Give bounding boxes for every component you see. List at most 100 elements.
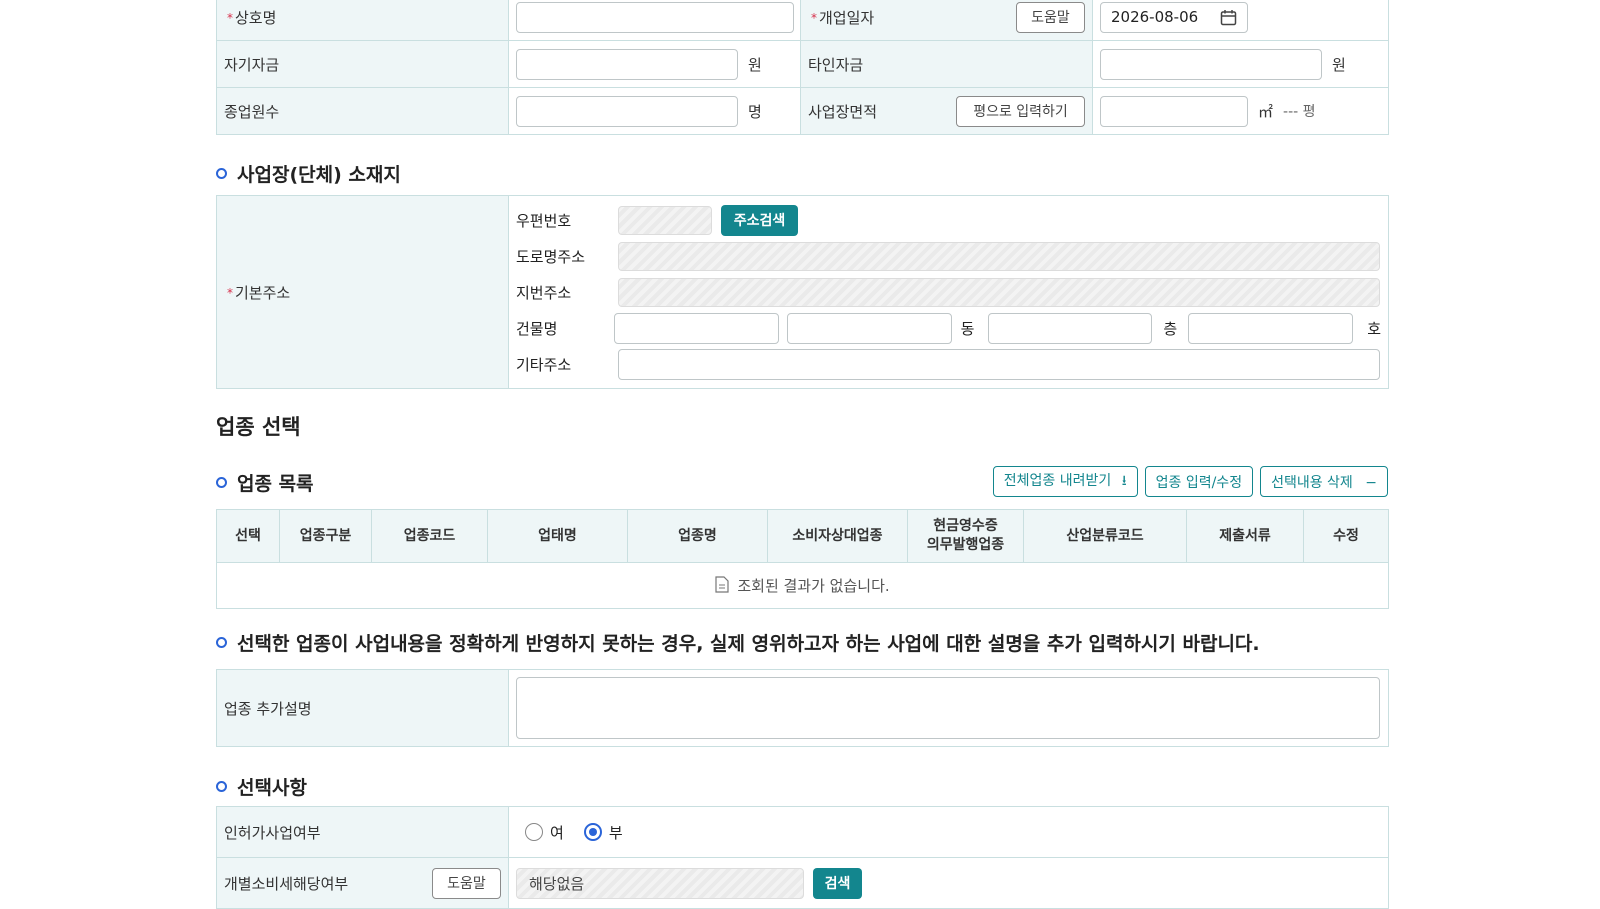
- download-all-button[interactable]: 전체업종 내려받기 ⭳: [992, 466, 1138, 497]
- industry-toolbar: 전체업종 내려받기 ⭳ 업종 입력/수정 선택내용 삭제 −: [992, 466, 1388, 497]
- excise-cell: 해당없음 검색: [508, 857, 1389, 909]
- open-date-input[interactable]: 2026-08-06: [1100, 1, 1248, 33]
- address-search-button[interactable]: 주소검색: [721, 204, 798, 236]
- col-code: 업종코드: [371, 509, 488, 563]
- license-label-cell: 인허가사업여부: [216, 806, 509, 858]
- ho-unit: 호: [1367, 319, 1381, 338]
- employees-cell: 명: [508, 87, 801, 135]
- bullet-icon: [216, 637, 227, 648]
- empty-row: 조회된 결과가 없습니다.: [216, 562, 1389, 609]
- area-cell: ㎡ --- 평: [1092, 87, 1389, 135]
- empty-cell: 조회된 결과가 없습니다.: [216, 562, 1389, 609]
- industry-table-wrap: 선택 업종구분 업종코드 업태명 업종명 소비자상대업종 현금영수증 의무발행업…: [216, 509, 1389, 609]
- pyeong-input-button[interactable]: 평으로 입력하기: [956, 95, 1085, 127]
- building-label: 건물명: [516, 319, 558, 338]
- other-fund-label-cell: 타인자금: [800, 40, 1093, 88]
- calendar-icon[interactable]: [1220, 9, 1237, 26]
- required-mark: *: [227, 285, 233, 300]
- base-address-fields: 우편번호 주소검색 도로명주소 지번주소 건물명 동 층 호 기타주소: [508, 195, 1389, 389]
- options-table: 인허가사업여부 여 부 개별소비세해당여부 도움말 해당없음 검색: [216, 806, 1389, 909]
- options-section-title-text: 선택사항: [237, 777, 307, 799]
- description-notice: 선택한 업종이 사업내용을 정확하게 반영하지 못하는 경우, 실제 영위하고자…: [216, 629, 1260, 656]
- jibun-address-field: [618, 277, 1380, 307]
- col-industry-class-code: 산업분류코드: [1023, 509, 1187, 563]
- description-table: 업종 추가설명: [216, 669, 1389, 747]
- own-fund-unit: 원: [748, 55, 762, 74]
- col-consumer-facing: 소비자상대업종: [767, 509, 908, 563]
- etc-address-input[interactable]: [618, 348, 1380, 380]
- company-name-input[interactable]: [516, 1, 794, 33]
- license-no-label: 부: [608, 823, 623, 842]
- employees-input[interactable]: [516, 95, 738, 127]
- document-icon: [715, 575, 729, 597]
- excise-label: 개별소비세해당여부: [224, 874, 349, 893]
- open-date-help-button[interactable]: 도움말: [1016, 1, 1085, 33]
- employees-label-cell: 종업원수: [216, 87, 509, 135]
- floor-unit: 층: [1163, 319, 1178, 338]
- floor-input[interactable]: [988, 312, 1153, 344]
- options-section: 인허가사업여부 여 부 개별소비세해당여부 도움말 해당없음 검색: [216, 806, 1389, 909]
- license-label: 인허가사업여부: [224, 823, 321, 842]
- description-label-cell: 업종 추가설명: [216, 669, 509, 747]
- industry-list-title-text: 업종 목록: [237, 473, 314, 495]
- area-label-cell: 사업장면적 평으로 입력하기: [800, 87, 1093, 135]
- license-yes-radio[interactable]: [525, 823, 543, 841]
- minus-icon: −: [1365, 474, 1377, 491]
- base-address-label: 기본주소: [235, 283, 291, 302]
- required-mark: *: [811, 10, 817, 25]
- own-fund-label-cell: 자기자금: [216, 40, 509, 88]
- excise-value-field: 해당없음: [516, 867, 804, 899]
- excise-label-cell: 개별소비세해당여부 도움말: [216, 857, 509, 909]
- own-fund-label: 자기자금: [224, 55, 280, 74]
- col-business-type: 업태명: [487, 509, 628, 563]
- basic-info-section: *상호명 *개업일자 도움말 2026-08-06 자기자금 원 타인자금: [216, 0, 1389, 135]
- description-label: 업종 추가설명: [224, 699, 312, 718]
- road-address-label: 도로명주소: [516, 247, 586, 266]
- address-section: * 기본주소 우편번호 주소검색 도로명주소 지번주소 건물명 동 층 호 기타…: [216, 195, 1389, 389]
- excise-help-button[interactable]: 도움말: [432, 867, 501, 899]
- col-select: 선택: [216, 509, 280, 563]
- employees-unit: 명: [748, 102, 762, 121]
- delete-selected-button[interactable]: 선택내용 삭제 −: [1260, 466, 1388, 497]
- col-industry-name: 업종명: [627, 509, 768, 563]
- employees-label: 종업원수: [224, 102, 280, 121]
- download-all-label: 전체업종 내려받기: [1003, 472, 1112, 489]
- area-input[interactable]: [1100, 95, 1248, 127]
- basic-info-table: *상호명 *개업일자 도움말 2026-08-06 자기자금 원 타인자금: [216, 0, 1389, 135]
- address-table: * 기본주소 우편번호 주소검색 도로명주소 지번주소 건물명 동 층 호 기타…: [216, 195, 1389, 389]
- description-section: 업종 추가설명: [216, 669, 1389, 747]
- etc-address-label: 기타주소: [516, 355, 572, 374]
- area-label: 사업장면적: [808, 102, 878, 121]
- edit-industry-button[interactable]: 업종 입력/수정: [1144, 466, 1254, 497]
- address-section-title: 사업장(단체) 소재지: [216, 160, 401, 187]
- bullet-icon: [216, 781, 227, 792]
- industry-heading: 업종 선택: [216, 415, 301, 439]
- dong-unit: 동: [960, 319, 975, 338]
- required-mark: *: [227, 10, 233, 25]
- other-fund-cell: 원: [1092, 40, 1389, 88]
- ho-input[interactable]: [1188, 312, 1354, 344]
- building-dong-input[interactable]: [786, 312, 952, 344]
- col-documents: 제출서류: [1186, 509, 1304, 563]
- industry-table: 선택 업종구분 업종코드 업태명 업종명 소비자상대업종 현금영수증 의무발행업…: [216, 509, 1389, 609]
- bullet-icon: [216, 477, 227, 488]
- description-textarea[interactable]: [516, 677, 1380, 739]
- own-fund-input[interactable]: [516, 48, 738, 80]
- own-fund-cell: 원: [508, 40, 801, 88]
- address-section-title-text: 사업장(단체) 소재지: [237, 164, 401, 186]
- open-date-label-cell: * 개업일자 도움말: [800, 0, 1093, 41]
- excise-search-button[interactable]: 검색: [813, 867, 862, 899]
- zip-label: 우편번호: [516, 211, 572, 230]
- license-no-radio[interactable]: [583, 823, 602, 841]
- other-fund-label: 타인자금: [808, 55, 864, 74]
- options-section-title: 선택사항: [216, 773, 307, 800]
- company-name-cell: [508, 0, 801, 41]
- building-name-input[interactable]: [613, 312, 779, 344]
- description-notice-text: 선택한 업종이 사업내용을 정확하게 반영하지 못하는 경우, 실제 영위하고자…: [237, 633, 1260, 655]
- excise-value: 해당없음: [529, 874, 585, 893]
- open-date-value: 2026-08-06: [1111, 8, 1199, 26]
- zip-field: [618, 205, 712, 235]
- other-fund-input[interactable]: [1100, 48, 1322, 80]
- other-fund-unit: 원: [1332, 55, 1346, 74]
- delete-selected-label: 선택내용 삭제: [1271, 474, 1353, 491]
